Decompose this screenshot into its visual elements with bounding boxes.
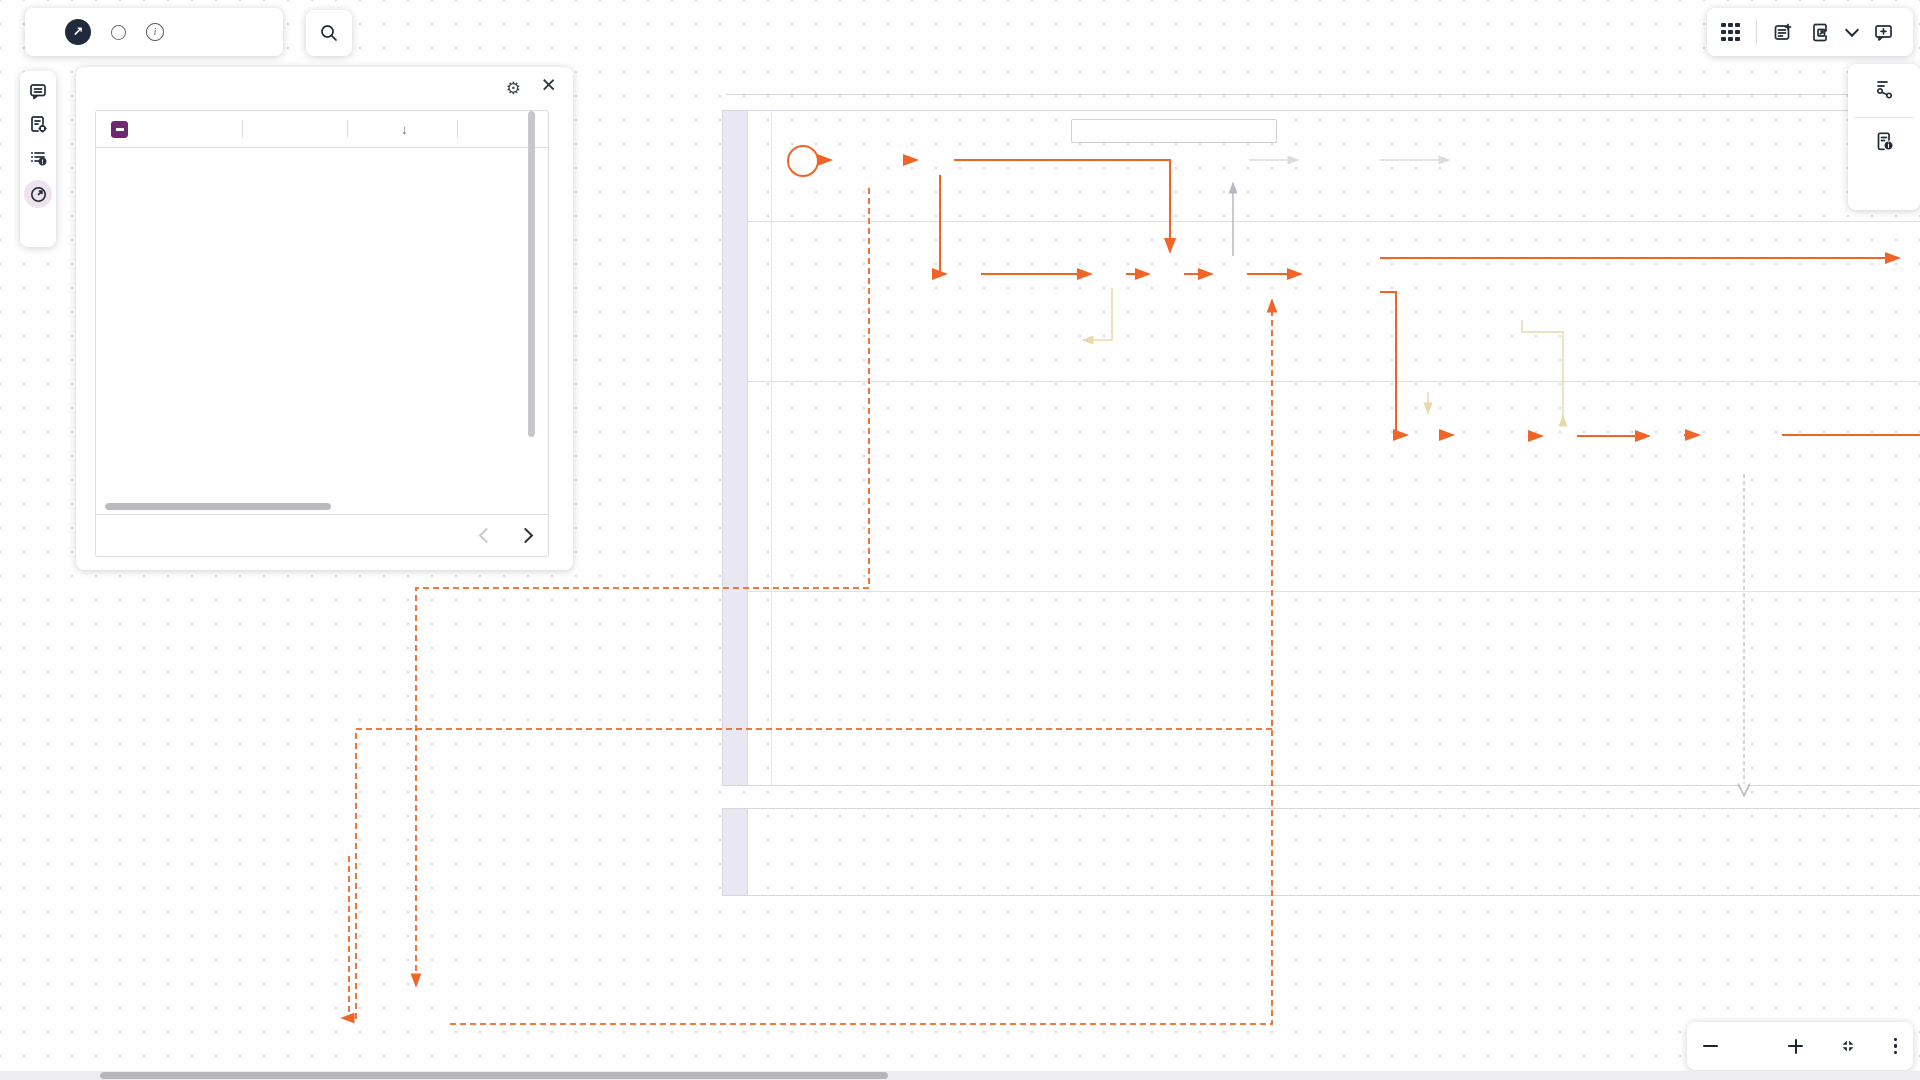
divider (1854, 117, 1914, 118)
zoom-in-icon[interactable] (1788, 1039, 1803, 1054)
performance-gauge-icon (29, 185, 48, 204)
info-icon[interactable]: i (146, 23, 164, 41)
search-icon (319, 23, 339, 43)
column-occurrence[interactable]: ↓ (347, 111, 457, 147)
apps-grid-icon[interactable] (1721, 23, 1740, 42)
top-right-toolbar (1707, 8, 1913, 56)
diagramming-icon[interactable] (1873, 78, 1896, 101)
search-button[interactable] (306, 10, 352, 56)
pool-header (723, 809, 748, 895)
pool-header (723, 111, 748, 785)
lane-divider (747, 221, 1920, 222)
right-side-panel: i (1848, 64, 1920, 210)
table-horizontal-scrollbar[interactable] (105, 503, 331, 510)
left-sidebar: ! (20, 71, 56, 247)
pool-suppliers[interactable] (722, 808, 1920, 896)
lane-financial-manager (747, 591, 771, 785)
canvas-scrollbar-thumb[interactable] (100, 1072, 888, 1079)
column-variant[interactable] (142, 111, 242, 147)
group-top-border (726, 94, 1920, 95)
previous-page-icon[interactable] (479, 528, 495, 544)
zoom-toolbar (1687, 1022, 1913, 1070)
export-document-icon[interactable] (1810, 22, 1831, 43)
lane-requester-manager (747, 221, 771, 381)
add-comment-icon[interactable] (1873, 22, 1894, 43)
canvas-scrollbar-track[interactable] (0, 1071, 1920, 1080)
table-header: ↓ (96, 111, 548, 148)
new-note-icon[interactable] (1773, 22, 1794, 43)
variants-table: ↓ (95, 110, 549, 557)
more-options-icon[interactable] (1894, 1038, 1898, 1055)
sort-desc-icon: ↓ (401, 122, 408, 137)
annotation-box[interactable] (1071, 119, 1277, 143)
version-status-icon (111, 25, 126, 40)
lane-requester (747, 111, 771, 221)
select-all-checkbox[interactable] (111, 121, 128, 138)
table-footer (96, 514, 548, 556)
app-logo-icon[interactable]: ↗ (65, 19, 91, 45)
lane-divider (747, 591, 1920, 592)
describes-icon[interactable]: i (1873, 130, 1896, 153)
comments-icon[interactable] (28, 81, 48, 101)
process-mining-panel: ⚙ × ↓ (76, 67, 573, 570)
table-vertical-scrollbar[interactable] (528, 111, 535, 437)
start-event[interactable] (787, 145, 819, 177)
list-info-icon[interactable]: ! (28, 147, 48, 167)
zoom-out-icon[interactable] (1703, 1045, 1718, 1047)
top-left-toolbar: ↗ i (25, 8, 283, 56)
column-frequency[interactable] (242, 111, 347, 147)
settings-gear-icon[interactable]: ⚙ (506, 79, 521, 99)
fit-to-screen-icon[interactable] (1838, 1036, 1858, 1056)
pool-purchase-to-pay[interactable] (722, 110, 1920, 786)
lane-purchasing-agent (747, 381, 771, 591)
close-icon[interactable]: × (541, 73, 556, 98)
divider (1756, 19, 1757, 45)
svg-text:i: i (1887, 143, 1889, 150)
process-performance-selected[interactable] (24, 180, 52, 208)
lane-divider (747, 381, 1920, 382)
svg-text:!: ! (41, 159, 43, 166)
column-avg-duration[interactable] (457, 111, 550, 147)
chevron-down-icon[interactable] (1844, 23, 1858, 37)
menu-icon[interactable] (37, 26, 55, 38)
document-settings-icon[interactable] (28, 114, 48, 134)
next-page-icon[interactable] (518, 528, 534, 544)
